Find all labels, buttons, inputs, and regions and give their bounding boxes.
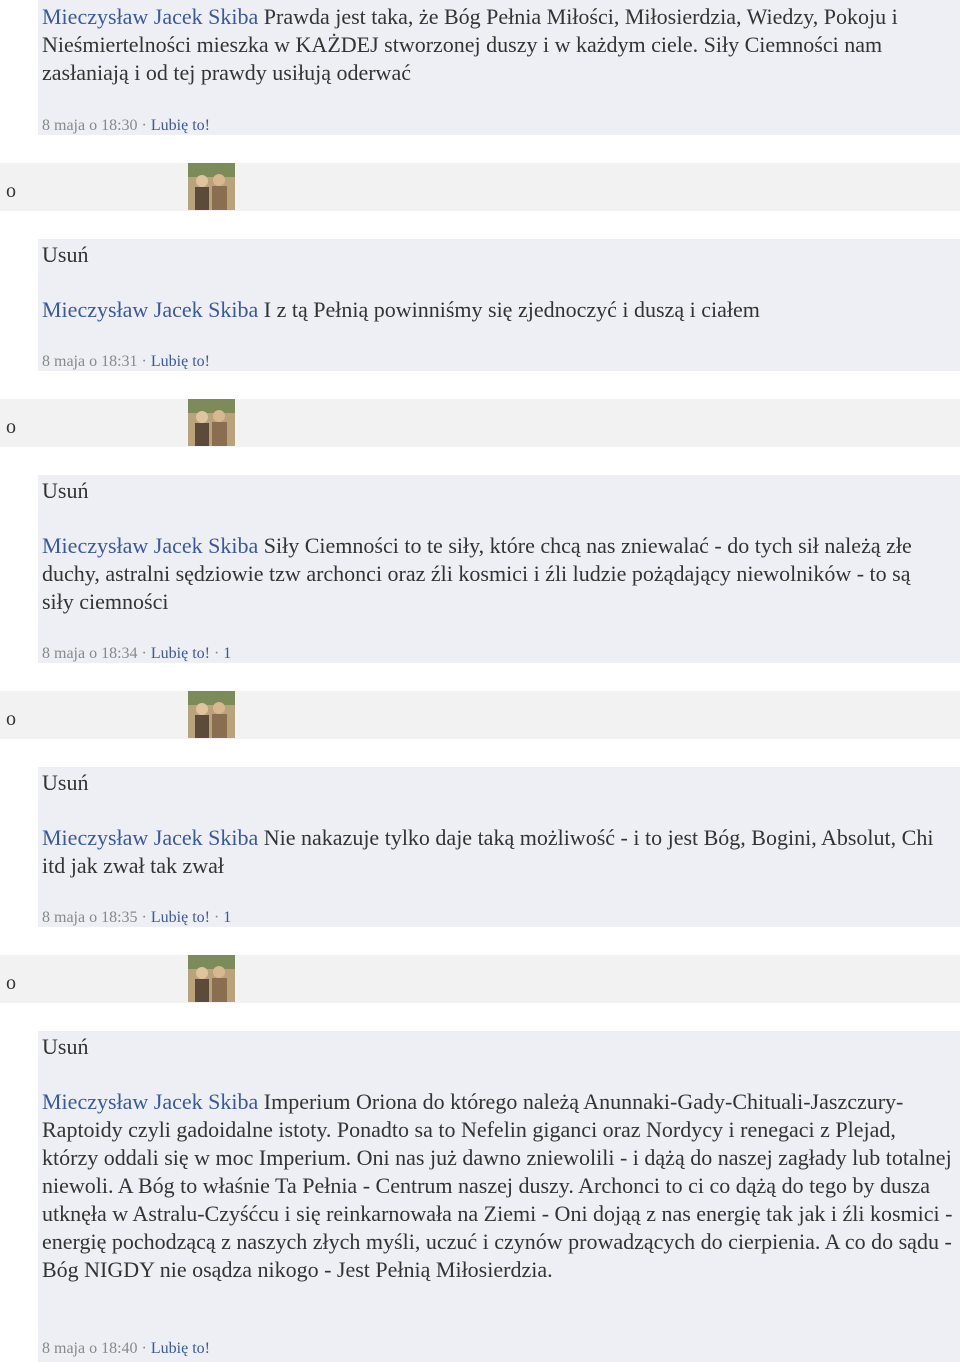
comment-text: Mieczysław Jacek Skiba Nie nakazuje tylk…	[42, 824, 942, 880]
author-link[interactable]: Mieczysław Jacek Skiba	[42, 825, 258, 850]
author-link[interactable]: Mieczysław Jacek Skiba	[42, 297, 258, 322]
delete-link[interactable]: Usuń	[42, 1033, 88, 1061]
list-bullet: o	[6, 180, 16, 202]
comment-meta: 8 maja o 18:40 · Lubię to!	[42, 1340, 210, 1357]
author-link[interactable]: Mieczysław Jacek Skiba	[42, 1089, 258, 1114]
comment-text: Mieczysław Jacek Skiba I z tą Pełnią pow…	[42, 296, 942, 324]
comment-text: Mieczysław Jacek Skiba Imperium Oriona d…	[42, 1088, 957, 1284]
avatar[interactable]	[188, 163, 235, 210]
like-link[interactable]: Lubię to!	[151, 909, 210, 926]
comment-meta: 8 maja o 18:31 · Lubię to!	[42, 353, 210, 370]
list-bullet: o	[6, 416, 16, 438]
like-link[interactable]: Lubię to!	[151, 1340, 210, 1357]
like-link[interactable]: Lubię to!	[151, 645, 210, 662]
like-link[interactable]: Lubię to!	[151, 117, 210, 134]
comment-meta: 8 maja o 18:34 · Lubię to! · 1	[42, 645, 232, 662]
timestamp: 8 maja o 18:30	[42, 117, 138, 134]
comment-text: Mieczysław Jacek Skiba Prawda jest taka,…	[42, 3, 942, 87]
comment-meta: 8 maja o 18:35 · Lubię to! · 1	[42, 909, 232, 926]
reply-bar: o	[0, 163, 960, 211]
author-link[interactable]: Mieczysław Jacek Skiba	[42, 4, 258, 29]
list-bullet: o	[6, 708, 16, 730]
avatar[interactable]	[188, 399, 235, 446]
reply-bar: o	[0, 691, 960, 739]
comment-body: Imperium Oriona do którego należą Anunna…	[42, 1089, 953, 1282]
reply-bar: o	[0, 399, 960, 447]
avatar[interactable]	[188, 691, 235, 738]
comment-body: I z tą Pełnią powinniśmy się zjednoczyć …	[263, 297, 760, 322]
author-link[interactable]: Mieczysław Jacek Skiba	[42, 533, 258, 558]
delete-link[interactable]: Usuń	[42, 241, 88, 269]
delete-link[interactable]: Usuń	[42, 769, 88, 797]
list-bullet: o	[6, 972, 16, 994]
avatar[interactable]	[188, 955, 235, 1002]
delete-link[interactable]: Usuń	[42, 477, 88, 505]
reply-bar: o	[0, 955, 960, 1003]
like-link[interactable]: Lubię to!	[151, 353, 210, 370]
like-count[interactable]: 1	[223, 645, 231, 662]
comment-text: Mieczysław Jacek Skiba Siły Ciemności to…	[42, 532, 942, 616]
like-count[interactable]: 1	[223, 909, 231, 926]
timestamp: 8 maja o 18:31	[42, 353, 138, 370]
timestamp: 8 maja o 18:35	[42, 909, 138, 926]
comment-meta: 8 maja o 18:30 · Lubię to!	[42, 117, 210, 134]
timestamp: 8 maja o 18:40	[42, 1340, 138, 1357]
timestamp: 8 maja o 18:34	[42, 645, 138, 662]
